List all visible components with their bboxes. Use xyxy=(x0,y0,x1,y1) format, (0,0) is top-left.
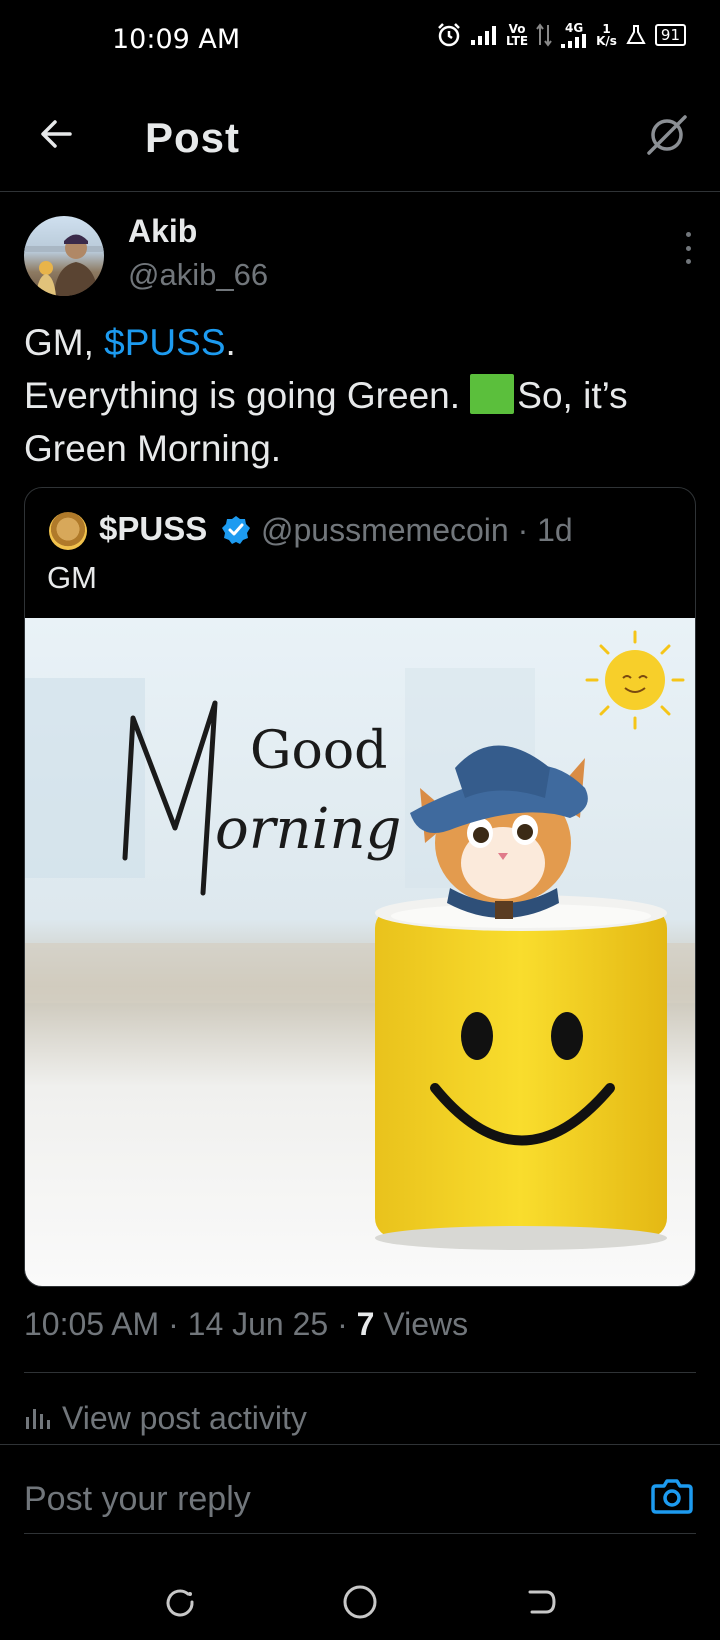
battery-indicator: 91 xyxy=(654,24,686,46)
reply-input[interactable] xyxy=(24,1474,624,1524)
status-time: 10:09 AM xyxy=(112,24,241,55)
more-vertical-icon[interactable] xyxy=(682,232,694,264)
author-name[interactable]: Akib xyxy=(128,213,197,250)
post-meta: 10:05 AM · 14 Jun 25 · 7 Views xyxy=(24,1306,468,1343)
cashtag-link[interactable]: $PUSS xyxy=(104,322,225,363)
image-text-morning: orning xyxy=(215,797,401,862)
back-arrow-icon[interactable] xyxy=(36,114,76,154)
network-indicator: 4G xyxy=(560,22,588,48)
activity-label: View post activity xyxy=(62,1399,307,1436)
quote-text: GM xyxy=(47,560,97,595)
signal-icon xyxy=(471,26,497,45)
alarm-icon xyxy=(438,23,460,47)
image-text-good: Good xyxy=(250,721,387,781)
home-icon[interactable] xyxy=(340,1582,380,1622)
avatar-photo xyxy=(24,234,104,296)
status-bar: 10:09 AM Vo LTE 4G 1 K/s 91 xyxy=(0,0,720,80)
author-handle[interactable]: @akib_66 xyxy=(128,257,268,293)
speed-indicator: 1 K/s xyxy=(596,22,617,48)
smiley-mug xyxy=(375,895,667,1250)
back-nav-icon[interactable] xyxy=(520,1582,560,1622)
flask-icon xyxy=(626,25,646,44)
divider xyxy=(24,1372,696,1373)
page-title: Post xyxy=(145,114,241,161)
quote-handle-time: @pussmemecoin · 1d xyxy=(261,512,573,548)
recents-icon[interactable] xyxy=(160,1582,200,1622)
quoted-post[interactable]: $PUSS @pussmemecoin · 1d GM Good orning xyxy=(24,487,696,1287)
signal-4g-icon xyxy=(561,34,587,48)
volte-indicator: Vo LTE xyxy=(506,22,529,48)
post-text: GM, $PUSS. Everything is going Green. So… xyxy=(24,322,628,469)
green-square-emoji xyxy=(470,374,515,414)
verified-badge-icon xyxy=(222,516,250,544)
avatar[interactable] xyxy=(24,216,104,296)
camera-icon[interactable] xyxy=(650,1474,694,1518)
view-post-activity-button[interactable]: View post activity xyxy=(24,1396,307,1440)
divider xyxy=(0,1444,720,1445)
views-label: Views xyxy=(374,1306,469,1342)
post-timestamp: 10:05 AM · 14 Jun 25 · xyxy=(24,1306,357,1342)
quote-image[interactable]: Good orning xyxy=(25,618,696,1287)
grok-icon[interactable] xyxy=(644,112,690,158)
views-count: 7 xyxy=(356,1306,375,1342)
top-bar: Post xyxy=(0,80,720,192)
system-nav-bar xyxy=(0,1560,720,1640)
bar-chart-icon xyxy=(26,1409,50,1429)
quote-author-name: $PUSS xyxy=(99,510,208,547)
divider xyxy=(24,1533,696,1534)
quote-avatar xyxy=(49,512,87,550)
data-arrows-icon xyxy=(536,23,552,47)
status-icons: Vo LTE 4G 1 K/s 91 xyxy=(436,22,686,48)
